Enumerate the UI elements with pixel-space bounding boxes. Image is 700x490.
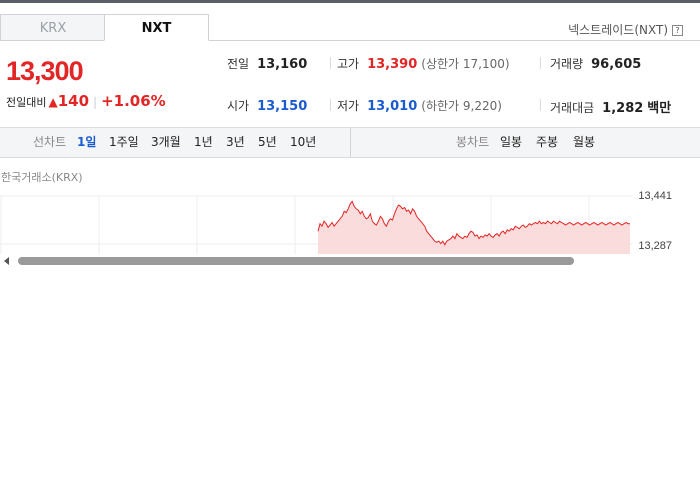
current-price: 13,300 <box>6 56 84 86</box>
tab-krx[interactable]: KRX <box>0 14 105 41</box>
stat-amount: 거래대금 1,282 백만 <box>550 97 671 116</box>
period-1y[interactable]: 1년 <box>194 128 213 157</box>
stat-prev-value: 13,160 <box>257 57 308 72</box>
price-area <box>318 201 630 256</box>
chart-period-bar: 선차트 1일 1주일 3개월 1년 3년 5년 10년 봉차트 일봉 주봉 월봉 <box>0 127 700 158</box>
candle-chart-label: 봉차트 <box>456 135 490 149</box>
stat-prev: 전일 13,160 <box>227 55 307 72</box>
candle-weekly[interactable]: 주봉 <box>536 128 558 157</box>
chart-scrollbar[interactable] <box>0 254 700 268</box>
nxt-info-label: 넥스트레이드(NXT) <box>568 23 668 37</box>
bar-divider <box>350 128 351 157</box>
up-triangle-icon: ▲ <box>48 95 58 109</box>
stat-high-value: 13,390 <box>367 57 418 72</box>
y-tick-label: 13,441 <box>638 190 672 202</box>
candle-monthly[interactable]: 월봉 <box>573 128 595 157</box>
intraday-chart: 13,441 13,287 <box>0 190 672 256</box>
stat-high-limit: (상한가 17,100) <box>421 57 510 71</box>
period-1w[interactable]: 1주일 <box>109 128 139 157</box>
change-amount: 140 <box>57 92 90 110</box>
stat-divider <box>330 57 331 69</box>
period-5y[interactable]: 5년 <box>258 128 277 157</box>
candle-daily[interactable]: 일봉 <box>500 128 522 157</box>
stat-prev-label: 전일 <box>227 57 250 71</box>
stat-divider <box>540 57 541 69</box>
tab-divider <box>209 40 700 41</box>
stat-high: 고가 13,390 (상한가 17,100) <box>337 55 510 72</box>
line-chart-label: 선차트 <box>33 135 67 149</box>
stat-low-value: 13,010 <box>367 99 418 114</box>
stat-volume: 거래량 96,605 <box>550 55 641 72</box>
y-tick-label: 13,287 <box>638 240 672 252</box>
stat-volume-label: 거래량 <box>550 57 584 71</box>
period-3y[interactable]: 3년 <box>226 128 245 157</box>
stat-divider <box>330 99 331 111</box>
stat-open-label: 시가 <box>227 99 250 113</box>
scroll-thumb[interactable] <box>18 257 574 265</box>
scroll-left-arrow-icon[interactable] <box>4 257 9 265</box>
period-3m[interactable]: 3개월 <box>151 128 181 157</box>
period-1d[interactable]: 1일 <box>77 128 96 157</box>
nxt-info-link[interactable]: 넥스트레이드(NXT)? <box>568 21 683 38</box>
stat-volume-value: 96,605 <box>591 57 642 72</box>
stat-divider <box>540 99 541 111</box>
chart-source: 한국거래소(KRX) <box>1 171 83 184</box>
tab-nxt[interactable]: NXT <box>104 14 209 41</box>
stat-amount-value: 1,282 <box>602 101 644 116</box>
stat-low: 저가 13,010 (하한가 9,220) <box>337 97 502 114</box>
change-percent: +1.06% <box>101 92 166 110</box>
period-10y[interactable]: 10년 <box>290 128 316 157</box>
stat-open: 시가 13,150 <box>227 97 307 114</box>
stat-amount-label: 거래대금 <box>550 101 595 115</box>
stat-high-label: 고가 <box>337 57 360 71</box>
top-border <box>0 0 700 3</box>
stat-open-value: 13,150 <box>257 99 308 114</box>
stat-low-label: 저가 <box>337 99 360 113</box>
price-change: 전일대비 ▲140 | +1.06% <box>6 92 166 110</box>
stat-low-limit: (하한가 9,220) <box>421 99 502 113</box>
change-label: 전일대비 <box>6 96 47 109</box>
stat-amount-unit: 백만 <box>647 101 672 116</box>
help-icon[interactable]: ? <box>672 25 683 36</box>
divider: | <box>93 95 98 109</box>
